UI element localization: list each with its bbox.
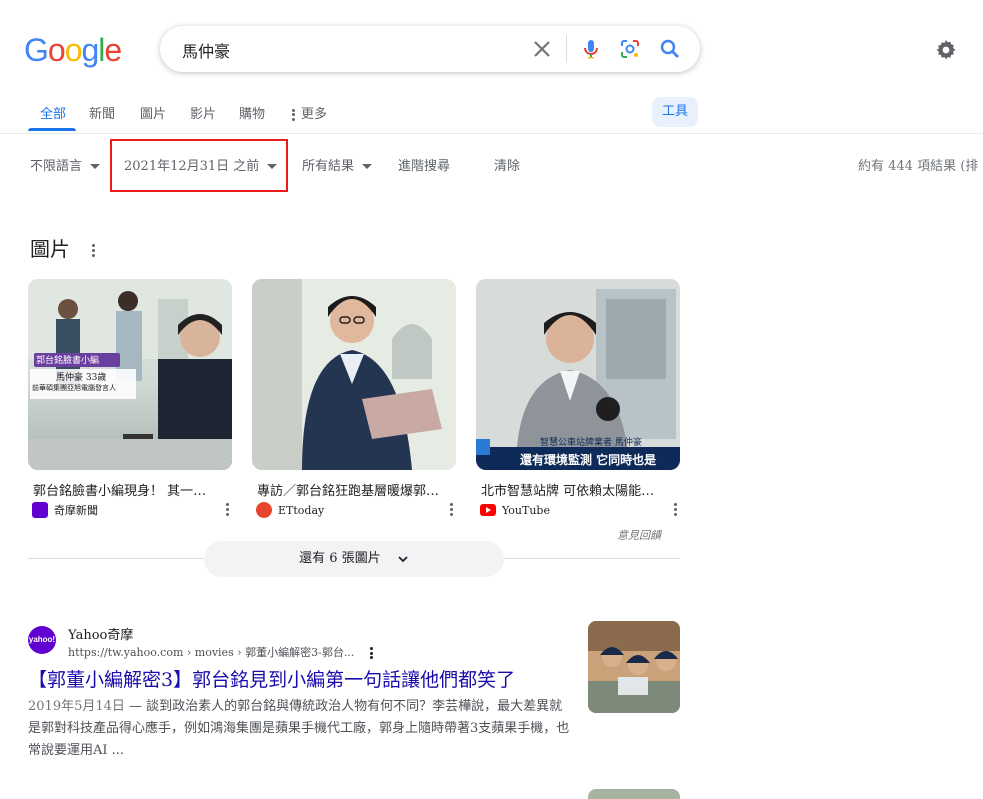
more-vert-icon (292, 107, 295, 122)
results-count: 約有 444 項結果 (排 (858, 159, 979, 174)
image-overlay-text: 馬仲豪 33歲 (56, 373, 107, 383)
images-heading: 圖片 (30, 233, 96, 262)
tab-more[interactable]: 更多 (292, 103, 327, 122)
youtube-icon (480, 504, 496, 516)
tab-news[interactable]: 新聞 (89, 103, 115, 122)
result-thumbnail[interactable] (588, 789, 680, 799)
image-card[interactable]: 郭台銘臉書小編 馬仲豪 33歲 前華碩集團亞旭電腦發言人 郭台銘臉書小編現身！ … (28, 279, 232, 518)
results-filter-label: 所有結果 (302, 159, 355, 174)
logo-letter: o (64, 32, 83, 68)
microphone-icon[interactable] (579, 37, 603, 61)
results-filter[interactable]: 所有結果 (302, 155, 373, 174)
divider (0, 133, 983, 134)
more-vert-icon[interactable] (226, 501, 229, 518)
clear-filters-link[interactable]: 清除 (494, 155, 520, 174)
image-caption[interactable]: 北市智慧站牌 可依賴太陽能… (481, 480, 671, 499)
image-card[interactable]: 智慧公車站牌業者 馬仲豪 還有環境監測 它同時也是 北市智慧站牌 可依賴太陽能…… (476, 279, 680, 517)
logo-letter: g (81, 32, 99, 68)
active-tab-indicator (28, 128, 76, 131)
image-overlay-title: 郭台銘臉書小編 (36, 356, 100, 366)
yahoo-favicon-icon[interactable]: yahoo! (28, 626, 56, 654)
search-icon[interactable] (658, 37, 682, 61)
yahoo-favicon-icon (32, 502, 48, 518)
result-url[interactable]: https://tw.yahoo.com › movies › 郭董小編解密3-… (68, 644, 373, 661)
highlight-box (110, 139, 288, 192)
more-vert-icon[interactable] (92, 242, 96, 259)
result-thumbnail[interactable] (588, 621, 680, 713)
photo-illustration (588, 621, 680, 713)
more-images-label: 還有 6 張圖片 (299, 551, 381, 566)
logo-letter: e (104, 32, 122, 68)
chevron-down-icon (398, 555, 408, 562)
image-thumbnail[interactable] (252, 279, 456, 470)
tab-shopping[interactable]: 購物 (239, 103, 265, 122)
tab-images[interactable]: 圖片 (140, 103, 166, 122)
image-caption[interactable]: 郭台銘臉書小編現身！ 其一… (33, 480, 223, 499)
caret-down-icon (90, 164, 101, 169)
result-url-text: https://tw.yahoo.com › movies › 郭董小編解密3-… (68, 646, 355, 659)
image-overlay-text: 智慧公車站牌業者 馬仲豪 (540, 438, 642, 448)
image-card[interactable]: 專訪／郭台銘狂跑基層暖爆郭… ETtoday (252, 279, 456, 518)
image-source-label: 奇摩新聞 (54, 504, 98, 517)
search-divider (566, 35, 567, 63)
result-site-name[interactable]: Yahoo奇摩 (68, 624, 133, 643)
image-overlay-title: 還有環境監測 它同時也是 (520, 453, 657, 467)
image-source-label: ETtoday (278, 503, 325, 517)
language-filter-label: 不限語言 (30, 159, 83, 174)
image-source[interactable]: YouTube (480, 502, 550, 518)
google-logo[interactable]: Google (24, 32, 122, 69)
gear-icon[interactable] (934, 38, 958, 62)
search-input[interactable]: 馬仲豪 (182, 38, 230, 62)
tab-all[interactable]: 全部 (40, 103, 66, 122)
logo-letter: G (24, 32, 49, 68)
image-overlay-text: 前華碩集團亞旭電腦發言人 (32, 384, 116, 392)
search-box[interactable]: 馬仲豪 (160, 26, 700, 72)
ettoday-favicon-icon (256, 502, 272, 518)
image-source[interactable]: ETtoday (256, 502, 324, 518)
tab-more-label: 更多 (301, 107, 328, 122)
camera-lens-icon[interactable] (618, 37, 642, 61)
tools-button[interactable]: 工具 (652, 97, 698, 127)
image-source-label: YouTube (502, 503, 550, 517)
feedback-link[interactable]: 意見回饋 (617, 527, 661, 543)
tab-videos[interactable]: 影片 (190, 103, 216, 122)
image-caption[interactable]: 專訪／郭台銘狂跑基層暖爆郭… (257, 480, 447, 499)
image-thumbnail[interactable]: 郭台銘臉書小編 馬仲豪 33歲 前華碩集團亞旭電腦發言人 (28, 279, 232, 470)
more-vert-icon[interactable] (369, 646, 373, 661)
image-source[interactable]: 奇摩新聞 (32, 502, 98, 518)
caret-down-icon (362, 164, 373, 169)
result-title-link[interactable]: 【郭董小編解密3】郭台銘見到小編第一句話讓他們都笑了 (28, 665, 515, 692)
search-tabs: 全部 新聞 圖片 影片 購物 更多 (0, 100, 983, 134)
result-snippet: 2019年5月14日 — 談到政治素人的郭台銘與傳統政治人物有何不同？李芸樺說，… (28, 696, 573, 762)
images-heading-label: 圖片 (30, 237, 70, 261)
more-vert-icon[interactable] (450, 501, 453, 518)
advanced-search-link[interactable]: 進階搜尋 (398, 155, 450, 174)
language-filter[interactable]: 不限語言 (30, 155, 101, 174)
more-vert-icon[interactable] (674, 501, 677, 518)
image-thumbnail[interactable]: 智慧公車站牌業者 馬仲豪 還有環境監測 它同時也是 (476, 279, 680, 470)
logo-letter: o (47, 32, 66, 68)
photo-illustration (252, 279, 456, 470)
close-icon[interactable] (530, 37, 554, 61)
more-images-button[interactable]: 還有 6 張圖片 (204, 541, 504, 577)
result-date: 2019年5月14日 (28, 699, 125, 714)
